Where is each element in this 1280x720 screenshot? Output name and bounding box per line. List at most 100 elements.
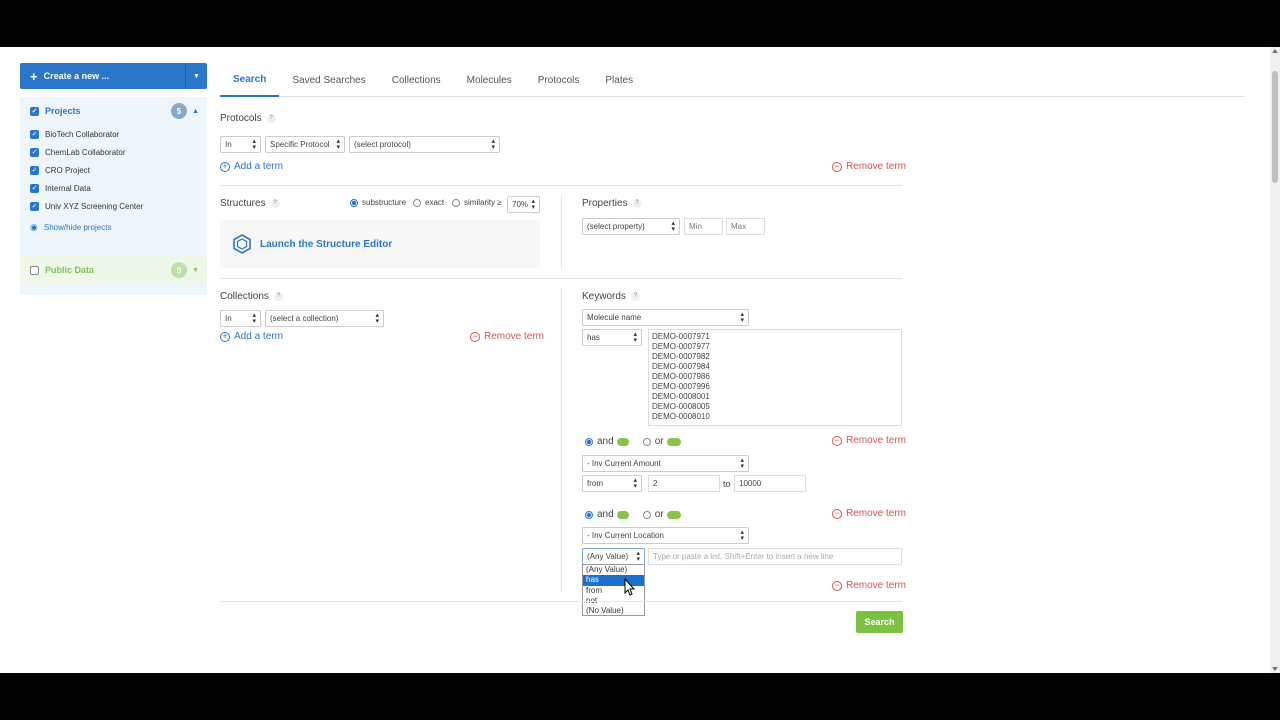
projects-checkbox[interactable]: ✓ xyxy=(30,106,39,116)
tab-collections[interactable]: Collections xyxy=(379,63,454,97)
or-radio[interactable] xyxy=(642,510,651,519)
public-data-header[interactable]: Public Data 0 ▼ xyxy=(20,256,207,284)
dropdown-option[interactable]: (Any Value) xyxy=(583,565,644,575)
vertical-scrollbar[interactable] xyxy=(1270,47,1280,673)
select-arrows-icon: ▴ ▾ xyxy=(531,198,535,211)
to-label: to xyxy=(723,479,731,489)
project-checkbox[interactable]: ✓ xyxy=(30,201,39,211)
keyword-operator-select[interactable]: (Any Value) ▴ ▾ xyxy=(582,548,645,565)
remove-icon: − xyxy=(832,435,842,446)
remove-icon: − xyxy=(832,161,842,172)
show-hide-projects-link[interactable]: ◉ Show/hide projects xyxy=(20,215,207,239)
projects-header[interactable]: ✓ Projects 5 ▲ xyxy=(20,97,207,125)
keyword-remove-term-link[interactable]: − Remove term xyxy=(832,580,906,591)
similarity-label: similarity ≥ xyxy=(464,198,502,207)
chevron-down-icon[interactable]: ▼ xyxy=(192,267,199,274)
keyword-remove-term-link[interactable]: − Remove term xyxy=(832,435,906,446)
tab-protocols[interactable]: Protocols xyxy=(525,63,593,97)
project-checkbox[interactable]: ✓ xyxy=(30,183,39,193)
keyword-operator-select[interactable]: has ▴ ▾ xyxy=(582,329,642,346)
from-value-input[interactable]: 2 xyxy=(648,475,720,492)
help-icon[interactable]: ? xyxy=(266,113,276,123)
help-icon[interactable]: ? xyxy=(632,198,642,208)
chevron-up-icon[interactable]: ▲ xyxy=(192,108,199,115)
tab-search[interactable]: Search xyxy=(220,63,280,97)
remove-icon: − xyxy=(832,508,842,519)
project-item[interactable]: ✓ Univ XYZ Screening Center xyxy=(20,197,207,215)
help-icon[interactable]: ? xyxy=(630,291,640,301)
keyword-remove-term-link[interactable]: − Remove term xyxy=(832,508,906,519)
substructure-option[interactable]: substructure xyxy=(350,198,406,207)
keyword-value: DEMO-0007996 xyxy=(652,382,710,391)
launch-structure-editor-button[interactable]: Launch the Structure Editor xyxy=(220,220,540,268)
to-value-input[interactable]: 10000 xyxy=(734,475,806,492)
project-item[interactable]: ✓ BioTech Collaborator xyxy=(20,125,207,143)
projects-label: Projects xyxy=(45,106,81,116)
collection-add-term-link[interactable]: + Add a term xyxy=(220,331,283,342)
and-radio[interactable] xyxy=(585,437,593,446)
and-radio[interactable] xyxy=(585,510,593,519)
scroll-down-icon[interactable] xyxy=(1272,667,1278,671)
similarity-option[interactable]: similarity ≥ xyxy=(452,198,502,207)
project-label: ChemLab Collaborator xyxy=(45,147,126,157)
keyword-field-select[interactable]: - Inv Current Amount ▴ ▾ xyxy=(582,455,749,472)
property-min-input[interactable]: Min xyxy=(684,218,723,235)
create-new-button[interactable]: + Create a new ... ▼ xyxy=(20,63,207,89)
divider xyxy=(220,601,902,602)
project-checkbox[interactable]: ✓ xyxy=(30,129,39,139)
divider xyxy=(220,185,902,186)
project-item[interactable]: ✓ ChemLab Collaborator xyxy=(20,143,207,161)
properties-label: Properties xyxy=(582,198,628,209)
search-button[interactable]: Search xyxy=(856,611,903,633)
scrollbar-thumb[interactable] xyxy=(1272,71,1278,183)
project-checkbox[interactable]: ✓ xyxy=(30,165,39,175)
chevron-down-icon[interactable]: ▼ xyxy=(185,63,207,89)
collections-label: Collections xyxy=(220,291,269,302)
intersection-icon xyxy=(616,437,629,446)
keyword-values-textarea[interactable]: DEMO-0007971 DEMO-0007977 DEMO-0007982 D… xyxy=(648,329,902,426)
help-icon[interactable]: ? xyxy=(270,198,280,208)
keyword-list-input[interactable]: Type or paste a list, Shift+Enter to ins… xyxy=(648,548,902,565)
collection-select[interactable]: (select a collection) ▴ ▾ xyxy=(265,310,384,327)
tab-plates[interactable]: Plates xyxy=(592,63,646,97)
keyword-field-select[interactable]: - Inv Current Location ▴ ▾ xyxy=(582,527,749,544)
divider xyxy=(220,278,902,279)
help-icon[interactable]: ? xyxy=(273,291,283,301)
or-radio[interactable] xyxy=(642,437,651,446)
project-item[interactable]: ✓ Internal Data xyxy=(20,179,207,197)
dropdown-option[interactable]: (No Value) xyxy=(583,606,644,616)
select-arrows-icon: ▴ ▾ xyxy=(636,550,640,563)
select-arrows-icon: ▴ ▾ xyxy=(671,220,675,233)
tab-saved-searches[interactable]: Saved Searches xyxy=(279,63,378,97)
exact-radio[interactable] xyxy=(413,198,421,207)
substructure-radio[interactable] xyxy=(350,198,358,207)
keyword-operator-select[interactable]: from ▴ ▾ xyxy=(582,475,642,492)
keyword-field-value: - Inv Current Location xyxy=(587,531,664,540)
scroll-up-icon[interactable] xyxy=(1272,49,1278,53)
protocols-section-title: Protocols? xyxy=(220,113,276,124)
keyword-field-value: - Inv Current Amount xyxy=(587,459,661,468)
keyword-field-select[interactable]: Molecule name ▴ ▾ xyxy=(582,309,749,326)
protocol-select[interactable]: (select protocol) ▴ ▾ xyxy=(349,136,500,153)
protocol-in-select[interactable]: In ▴ ▾ xyxy=(220,136,261,153)
protocol-type-select[interactable]: Specific Protocol ▴ ▾ xyxy=(265,136,345,153)
property-max-input[interactable]: Max xyxy=(726,218,765,235)
select-arrows-icon: ▴ ▾ xyxy=(375,312,379,325)
public-data-label: Public Data xyxy=(45,265,95,275)
property-select[interactable]: (select property) ▴ ▾ xyxy=(582,218,680,235)
keyword-value: DEMO-0007986 xyxy=(652,372,710,381)
collection-in-select[interactable]: In ▴ ▾ xyxy=(220,310,261,327)
union-icon xyxy=(666,437,681,446)
add-term-label: Add a term xyxy=(234,161,283,172)
similarity-select[interactable]: 70% ▴ ▾ xyxy=(507,196,540,213)
exact-option[interactable]: exact xyxy=(413,198,444,207)
keyword-value: DEMO-0008010 xyxy=(652,412,710,421)
project-checkbox[interactable]: ✓ xyxy=(30,147,39,157)
protocol-remove-term-link[interactable]: − Remove term xyxy=(832,161,906,172)
collection-remove-term-link[interactable]: − Remove term xyxy=(470,331,544,342)
project-item[interactable]: ✓ CRO Project xyxy=(20,161,207,179)
protocol-add-term-link[interactable]: + Add a term xyxy=(220,161,283,172)
public-data-checkbox[interactable] xyxy=(30,265,39,275)
tab-molecules[interactable]: Molecules xyxy=(454,63,525,97)
similarity-radio[interactable] xyxy=(452,198,460,207)
